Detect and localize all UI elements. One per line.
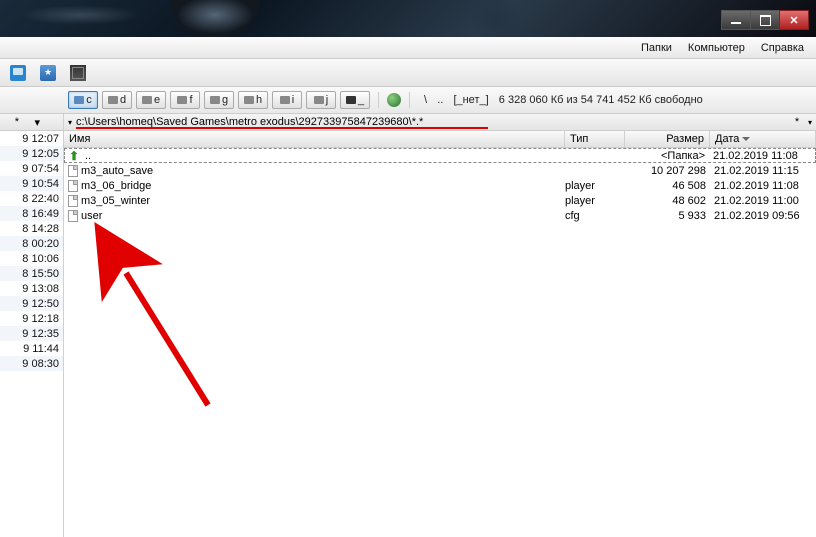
path-text[interactable]: c:\Users\homeq\Saved Games\metro exodus\…	[76, 116, 790, 128]
drive-f-button[interactable]: f	[170, 91, 200, 109]
list-item[interactable]: 9 12:05	[0, 146, 63, 161]
table-row[interactable]: m3_auto_save 10 207 29821.02.2019 11:15	[64, 163, 816, 178]
list-item[interactable]: 8 10:06	[0, 251, 63, 266]
column-header: Имя Тип Размер Дата	[64, 131, 816, 148]
toolbar	[0, 59, 816, 87]
header-image: ✕	[0, 0, 816, 37]
file-size: 48 602	[625, 195, 710, 207]
file-type: cfg	[565, 210, 625, 222]
left-panel-header: * ▾	[0, 114, 63, 131]
file-date: 21.02.2019 11:00	[710, 195, 816, 207]
star-icon[interactable]: *	[790, 116, 804, 128]
console-icon[interactable]	[70, 65, 86, 81]
file-name: m3_auto_save	[81, 165, 565, 177]
free-space-text: 6 328 060 Кб из 54 741 452 Кб свободно	[499, 94, 703, 106]
annotation-underline	[76, 127, 488, 129]
file-type: player	[565, 195, 625, 207]
col-type[interactable]: Тип	[565, 131, 625, 147]
list-item[interactable]: 9 12:35	[0, 326, 63, 341]
chevron-down-icon[interactable]: ▾	[21, 116, 42, 129]
drive-i-button[interactable]: i	[272, 91, 302, 109]
table-row[interactable]: m3_06_bridgeplayer46 50821.02.2019 11:08	[64, 178, 816, 193]
close-button[interactable]: ✕	[779, 10, 809, 30]
menu-computer[interactable]: Компьютер	[680, 39, 753, 57]
file-type: player	[565, 180, 625, 192]
drive-net-button[interactable]: _	[340, 91, 370, 109]
drive-h-button[interactable]: h	[238, 91, 268, 109]
star-icon[interactable]: *	[0, 116, 21, 128]
chevron-down-icon[interactable]: ▾	[64, 118, 76, 127]
list-item[interactable]: 9 12:18	[0, 311, 63, 326]
left-panel: * ▾ 9 12:079 12:059 07:549 10:548 22:408…	[0, 114, 64, 537]
separator	[378, 92, 379, 108]
file-icon	[68, 165, 78, 177]
drive-info: \ .. [_нет_] 6 328 060 Кб из 54 741 452 …	[424, 94, 703, 106]
col-date[interactable]: Дата	[710, 131, 816, 147]
list-item[interactable]: 9 11:44	[0, 341, 63, 356]
drive-d-button[interactable]: d	[102, 91, 132, 109]
file-date: 21.02.2019 11:08	[710, 180, 816, 192]
file-list: ⬆..<Папка>21.02.2019 11:08m3_auto_save10…	[64, 148, 816, 537]
list-item[interactable]: 9 10:54	[0, 176, 63, 191]
file-size: 10 207 298	[625, 165, 710, 177]
chevron-down-icon[interactable]: ▾	[804, 118, 816, 127]
file-name: ..	[85, 150, 564, 162]
list-item[interactable]: 8 14:28	[0, 221, 63, 236]
separator	[409, 92, 410, 108]
drive-g-button[interactable]: g	[204, 91, 234, 109]
minimize-button[interactable]	[721, 10, 751, 30]
file-date: 21.02.2019 11:15	[710, 165, 816, 177]
table-row[interactable]: ⬆.. <Папка>21.02.2019 11:08	[64, 148, 816, 163]
up-arrow-icon: ⬆	[69, 150, 82, 161]
table-row[interactable]: m3_05_winterplayer48 60221.02.2019 11:00	[64, 193, 816, 208]
globe-icon[interactable]	[387, 93, 401, 107]
file-date: 21.02.2019 11:08	[709, 150, 815, 162]
file-size: <Папка>	[624, 150, 709, 162]
col-size[interactable]: Размер	[625, 131, 710, 147]
list-item[interactable]: 8 22:40	[0, 191, 63, 206]
list-item[interactable]: 8 00:20	[0, 236, 63, 251]
file-size: 46 508	[625, 180, 710, 192]
file-icon	[68, 180, 78, 192]
drive-j-button[interactable]: j	[306, 91, 336, 109]
list-item[interactable]: 9 08:30	[0, 356, 63, 371]
file-name: m3_06_bridge	[81, 180, 565, 192]
menu-bar: Папки Компьютер Справка	[0, 37, 816, 59]
list-item[interactable]: 8 16:49	[0, 206, 63, 221]
file-size: 5 933	[625, 210, 710, 222]
drive-bar: c d e f g h i j _ \ .. [_нет_] 6 328 060…	[0, 87, 816, 114]
window-controls: ✕	[722, 10, 809, 30]
path-bar: ▾ c:\Users\homeq\Saved Games\metro exodu…	[64, 114, 816, 131]
maximize-button[interactable]	[750, 10, 780, 30]
list-item[interactable]: 8 15:50	[0, 266, 63, 281]
view-icon[interactable]	[10, 65, 26, 81]
file-name: m3_05_winter	[81, 195, 565, 207]
right-panel: ▾ c:\Users\homeq\Saved Games\metro exodu…	[64, 114, 816, 537]
list-item[interactable]: 9 07:54	[0, 161, 63, 176]
menu-folders[interactable]: Папки	[633, 39, 680, 57]
list-item[interactable]: 9 12:50	[0, 296, 63, 311]
list-item[interactable]: 9 12:07	[0, 131, 63, 146]
table-row[interactable]: usercfg5 93321.02.2019 09:56	[64, 208, 816, 223]
file-icon	[68, 195, 78, 207]
file-name: user	[81, 210, 565, 222]
drive-c-button[interactable]: c	[68, 91, 98, 109]
col-name[interactable]: Имя	[64, 131, 565, 147]
file-date: 21.02.2019 09:56	[710, 210, 816, 222]
drive-e-button[interactable]: e	[136, 91, 166, 109]
file-icon	[68, 210, 78, 222]
favorites-icon[interactable]	[40, 65, 56, 81]
list-item[interactable]: 9 13:08	[0, 281, 63, 296]
menu-help[interactable]: Справка	[753, 39, 812, 57]
